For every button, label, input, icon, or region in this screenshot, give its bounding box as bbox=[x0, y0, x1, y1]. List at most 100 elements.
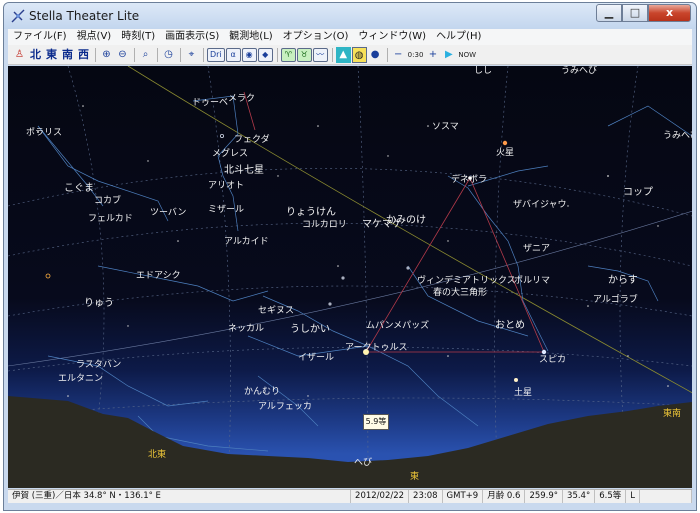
constellation-figure-icon[interactable]: ♈ bbox=[280, 48, 296, 62]
sky-label[interactable]: ザバイジャウ bbox=[513, 200, 567, 210]
menu-time[interactable]: 時刻(T) bbox=[116, 29, 160, 45]
direction-south-button[interactable]: 南 bbox=[60, 47, 75, 63]
minimize-button[interactable]: ▁ bbox=[596, 4, 622, 22]
dri-button[interactable]: Dri bbox=[207, 48, 225, 62]
sky-label[interactable]: りょうけん bbox=[286, 208, 336, 218]
sky-label[interactable]: ラスタバン bbox=[76, 360, 121, 370]
zoom-out-icon[interactable]: ⊖ bbox=[115, 47, 130, 63]
sky-label[interactable]: ドゥーベ bbox=[192, 98, 228, 108]
sky-label[interactable]: フェルカド bbox=[88, 214, 133, 224]
sky-label[interactable]: ポルリマ bbox=[514, 276, 550, 286]
sky-label[interactable]: ポラリス bbox=[26, 128, 62, 138]
sky-label[interactable]: 火星 bbox=[496, 148, 514, 158]
sky-label[interactable]: ヴィンデミアトリックス bbox=[417, 276, 516, 286]
sky-label[interactable]: イザール bbox=[298, 353, 334, 363]
sky-label[interactable]: かみのけ bbox=[386, 216, 426, 226]
sky-label[interactable]: コップ bbox=[623, 188, 653, 198]
status-time: 23:08 bbox=[409, 490, 443, 503]
status-azimuth: 259.9° bbox=[525, 490, 564, 503]
star-chart[interactable]: しし うみへび ドゥーベ メラク ポラリス フェクダ メグレス ソスマ 火星 う… bbox=[8, 66, 692, 488]
sky-label[interactable]: ミザール bbox=[208, 205, 244, 215]
status-bar: 伊賀 (三重)／日本 34.8° N・136.1° E 2012/02/22 2… bbox=[8, 489, 692, 503]
toolbar-separator bbox=[157, 47, 158, 62]
menu-display[interactable]: 画面表示(S) bbox=[160, 29, 224, 45]
sky-label[interactable]: 北斗七星 bbox=[224, 166, 264, 176]
sky-label[interactable]: しし bbox=[474, 66, 492, 76]
toolbar: ♙ 北 東 南 西 ⊕ ⊖ ⌕ ◷ ⌖ Dri α ◉ ◆ ♈ ♉ 〰 ▲ ◍ … bbox=[8, 45, 692, 65]
app-icon bbox=[11, 9, 25, 23]
sky-label[interactable]: アークトゥルス bbox=[345, 343, 407, 353]
sky-label[interactable]: スピカ bbox=[539, 355, 566, 365]
sky-label[interactable]: おとめ bbox=[495, 321, 525, 331]
direction-east-button[interactable]: 東 bbox=[44, 47, 59, 63]
sky-label[interactable]: からす bbox=[608, 276, 638, 286]
sky-label[interactable]: へび bbox=[354, 458, 372, 468]
menu-help[interactable]: ヘルプ(H) bbox=[431, 29, 486, 45]
menu-window[interactable]: ウィンドウ(W) bbox=[353, 29, 431, 45]
sky-label[interactable]: アルカイド bbox=[224, 237, 269, 247]
sky-label[interactable]: セギヌス bbox=[258, 306, 294, 316]
sky-label[interactable]: うしかい bbox=[290, 325, 330, 335]
sky-label[interactable]: うみへび bbox=[561, 66, 597, 76]
step-forward-button[interactable]: + bbox=[425, 47, 440, 63]
observer-icon[interactable]: ♙ bbox=[12, 47, 27, 63]
sky-label[interactable]: 春の大三角形 bbox=[433, 288, 487, 298]
toolbar-separator bbox=[95, 47, 96, 62]
sky-label[interactable]: ツーバン bbox=[150, 208, 186, 218]
search-icon[interactable]: ⌕ bbox=[138, 47, 153, 63]
ecliptic-icon[interactable]: 〰 bbox=[312, 48, 328, 62]
sky-label[interactable]: 土星 bbox=[514, 388, 532, 398]
sky-label[interactable]: こぐま bbox=[64, 184, 94, 194]
zoom-in-icon[interactable]: ⊕ bbox=[99, 47, 114, 63]
sky-label[interactable]: ザニア bbox=[523, 244, 550, 254]
telescope-icon[interactable]: ⌖ bbox=[184, 47, 199, 63]
toolbar-separator bbox=[386, 47, 388, 62]
window-controls: ▁ □ x bbox=[596, 4, 691, 23]
sky-label[interactable]: エドアシク bbox=[136, 271, 181, 281]
sky-label[interactable]: フェクダ bbox=[234, 135, 270, 145]
play-icon[interactable]: ▶ bbox=[441, 47, 456, 63]
sky-label[interactable]: うみへび bbox=[663, 131, 692, 141]
step-back-button[interactable]: − bbox=[391, 47, 406, 63]
sky-label[interactable]: コカブ bbox=[94, 196, 121, 206]
direction-north-button[interactable]: 北 bbox=[28, 47, 43, 63]
menu-view[interactable]: 視点(V) bbox=[72, 29, 117, 45]
menu-location[interactable]: 観測地(L) bbox=[224, 29, 277, 45]
direction-label: 北東 bbox=[148, 450, 167, 460]
alpha-button[interactable]: α bbox=[225, 48, 241, 62]
sky-label[interactable]: アルフェッカ bbox=[258, 402, 312, 412]
toolbar-separator bbox=[203, 47, 204, 62]
status-spacer bbox=[640, 490, 692, 503]
eye-icon[interactable]: ◉ bbox=[241, 48, 257, 62]
landscape-icon[interactable]: ▲ bbox=[335, 46, 351, 63]
deep-sky-icon[interactable]: ◍ bbox=[351, 46, 367, 63]
menu-file[interactable]: ファイル(F) bbox=[8, 29, 72, 45]
menu-bar: ファイル(F) 視点(V) 時刻(T) 画面表示(S) 観測地(L) オプション… bbox=[8, 29, 692, 45]
sky-label[interactable]: ソスマ bbox=[432, 122, 459, 132]
direction-label: 東 bbox=[410, 472, 420, 482]
sky-label[interactable]: ムパンメパッズ bbox=[366, 321, 429, 331]
now-button[interactable]: NOW bbox=[457, 47, 477, 63]
sky-label[interactable]: メグレス bbox=[212, 149, 248, 159]
menu-options[interactable]: オプション(O) bbox=[278, 29, 354, 45]
toolbar-separator bbox=[331, 47, 333, 62]
sky-label[interactable]: アリオト bbox=[208, 181, 244, 191]
sky-label[interactable]: デネボラ bbox=[451, 175, 487, 185]
constellation-lines-icon[interactable]: ♉ bbox=[296, 48, 312, 62]
maximize-button[interactable]: □ bbox=[622, 4, 648, 22]
sky-label[interactable]: ネッカル bbox=[228, 324, 264, 334]
sky-label[interactable]: メラク bbox=[228, 94, 255, 104]
sky-label[interactable]: コルカロリ bbox=[302, 220, 347, 230]
sky-label[interactable]: りゅう bbox=[84, 299, 114, 309]
sky-label[interactable]: エルタニン bbox=[58, 374, 103, 384]
direction-west-button[interactable]: 西 bbox=[76, 47, 91, 63]
sky-label[interactable]: アルゴラブ bbox=[593, 295, 638, 305]
clock-icon[interactable]: ◷ bbox=[161, 47, 176, 63]
close-button[interactable]: x bbox=[648, 4, 691, 22]
direction-label: 東南 bbox=[663, 409, 682, 419]
globe-icon[interactable]: ● bbox=[368, 47, 383, 63]
status-mode: L bbox=[626, 490, 640, 503]
title-bar[interactable]: Stella Theater Lite ▁ □ x bbox=[4, 3, 696, 29]
sky-label[interactable]: かんむり bbox=[244, 387, 280, 397]
planet-icon[interactable]: ◆ bbox=[257, 48, 273, 62]
